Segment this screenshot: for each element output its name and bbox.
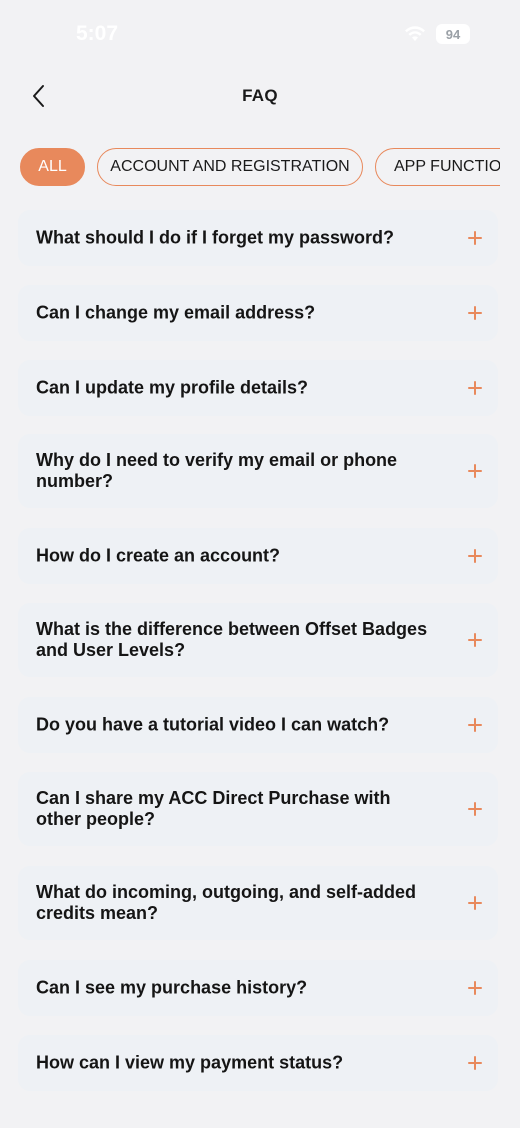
faq-item-credits-meaning[interactable]: What do incoming, outgoing, and self-add… [18,866,498,940]
plus-icon[interactable] [468,464,482,478]
plus-icon[interactable] [468,1056,482,1070]
faq-question: Can I share my ACC Direct Purchase with … [36,788,391,829]
faq-question: What is the difference between Offset Ba… [36,619,428,660]
plus-icon[interactable] [468,981,482,995]
plus-icon[interactable] [468,231,482,245]
faq-question: How can I view my payment status? [36,1052,344,1073]
faq-question: Why do I need to verify my email or phon… [36,450,398,491]
plus-icon[interactable] [468,633,482,647]
faq-item-create-account[interactable]: How do I create an account? [18,528,498,584]
faq-item-share-purchase[interactable]: Can I share my ACC Direct Purchase with … [18,772,498,846]
faq-item-tutorial-video[interactable]: Do you have a tutorial video I can watch… [18,697,498,753]
faq-item-verify-email-phone[interactable]: Why do I need to verify my email or phon… [18,434,498,508]
faq-question: Do you have a tutorial video I can watch… [36,714,390,735]
category-tabs: ALL ACCOUNT AND REGISTRATION APP FUNCTIO… [0,148,500,190]
faq-question: How do I create an account? [36,545,281,566]
battery-icon: 94 [436,24,470,44]
plus-icon[interactable] [468,306,482,320]
faq-question: Can I update my profile details? [36,377,309,398]
faq-question: Can I see my purchase history? [36,977,308,998]
tab-account-and-registration[interactable]: ACCOUNT AND REGISTRATION [97,148,363,186]
wifi-icon [404,26,426,42]
faq-item-purchase-history[interactable]: Can I see my purchase history? [18,960,498,1016]
status-time: 5:07 [76,22,119,45]
plus-icon[interactable] [468,549,482,563]
faq-item-badges-vs-levels[interactable]: What is the difference between Offset Ba… [18,603,498,677]
plus-icon[interactable] [468,802,482,816]
faq-question: Can I change my email address? [36,302,316,323]
plus-icon[interactable] [468,718,482,732]
faq-item-payment-status[interactable]: How can I view my payment status? [18,1035,498,1091]
faq-item-forgot-password[interactable]: What should I do if I forget my password… [18,210,498,266]
faq-question: What should I do if I forget my password… [36,227,395,248]
tab-all[interactable]: ALL [20,148,85,186]
plus-icon[interactable] [468,896,482,910]
tab-app-function[interactable]: APP FUNCTION [375,148,500,186]
faq-item-update-profile[interactable]: Can I update my profile details? [18,360,498,416]
plus-icon[interactable] [468,381,482,395]
header: FAQ [0,70,520,122]
faq-item-change-email[interactable]: Can I change my email address? [18,285,498,341]
faq-question: What do incoming, outgoing, and self-add… [36,882,416,923]
page-title: FAQ [242,86,278,105]
status-indicators: 94 [404,24,470,44]
status-bar: 5:07 94 [0,0,520,70]
